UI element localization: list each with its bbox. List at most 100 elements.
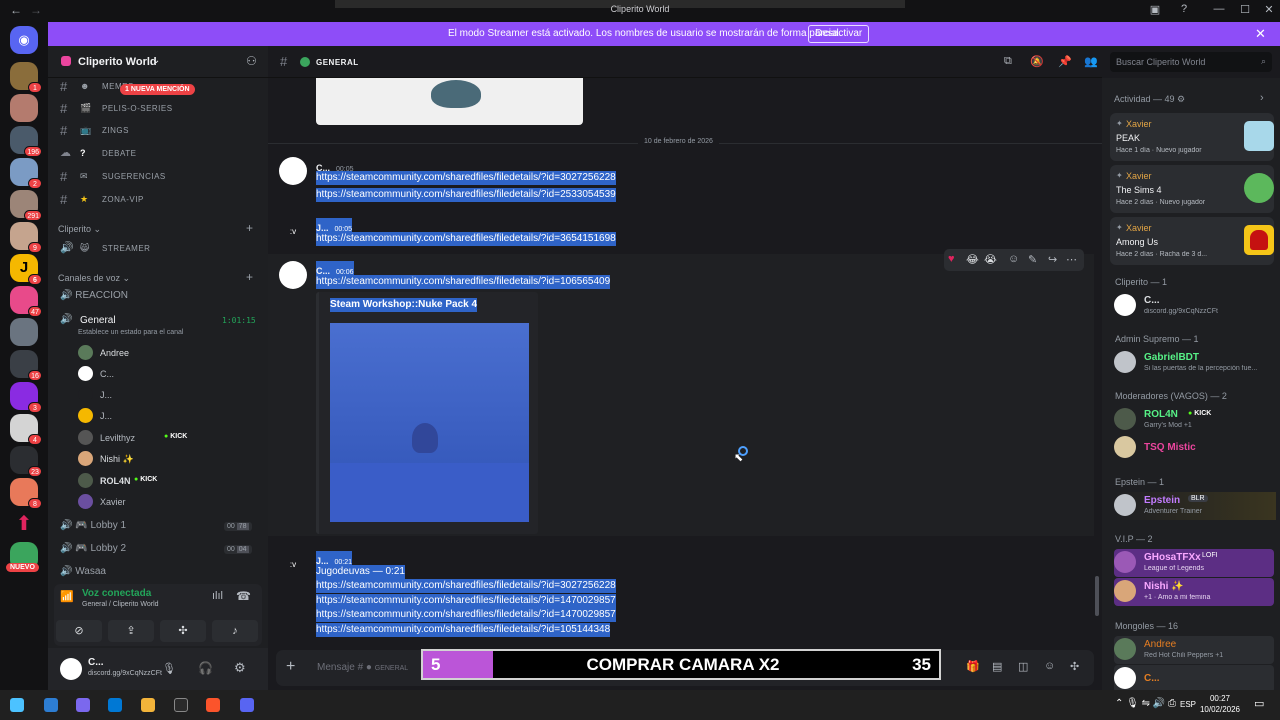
avatar[interactable]: :v [279, 218, 307, 246]
message-link[interactable]: https://steamcommunity.com/sharedfiles/f… [316, 232, 616, 246]
server-icon-10[interactable]: 16 [10, 350, 42, 381]
channel-debate[interactable]: ☁? DEBATE [60, 145, 260, 163]
channel-zona-vip[interactable]: # ★ ZONA-VIP [60, 191, 260, 209]
add-reaction-icon[interactable]: ☺ [1008, 253, 1019, 265]
server-icon-15[interactable]: ⬆ [10, 510, 38, 538]
notification-icon[interactable]: ▭ [1254, 697, 1264, 710]
gift-icon[interactable]: 🎁 [966, 660, 980, 673]
server-icon-11[interactable]: 3 [10, 382, 42, 413]
server-icon-9[interactable] [10, 318, 38, 346]
back-arrow-icon[interactable]: ← [10, 3, 22, 17]
server-icon-6[interactable]: 9 [10, 222, 42, 253]
obs-icon[interactable] [174, 698, 188, 712]
member-item[interactable]: ROL4NKICKGarry's Mod +1 [1114, 406, 1274, 434]
tray-icons[interactable]: ⌃ 🎙 ⇋ 🔊 ⎙ [1115, 698, 1176, 709]
server-header[interactable]: Cliperito World ⌄ ⚇ [48, 46, 268, 78]
message-link[interactable]: https://steamcommunity.com/sharedfiles/f… [316, 608, 616, 622]
activities-button[interactable]: ✣ [160, 620, 206, 642]
store-icon[interactable] [108, 698, 122, 712]
message-link[interactable]: https://steamcommunity.com/sharedfiles/f… [316, 188, 616, 202]
clock-time[interactable]: 00:27 [1200, 694, 1240, 703]
forward-arrow-icon[interactable]: → [30, 3, 42, 17]
message-link[interactable]: https://steamcommunity.com/sharedfiles/f… [316, 171, 616, 185]
channel-status-hint[interactable]: Establece un estado para el canal [78, 329, 183, 336]
voice-channel-reaccion[interactable]: 🔊 REACCION [60, 290, 128, 301]
inbox-icon[interactable]: ▣ [1146, 3, 1164, 19]
disable-streamer-button[interactable]: Desactivar [808, 25, 870, 43]
brave-icon[interactable] [206, 698, 220, 712]
server-icon-prime[interactable]: 4 [10, 414, 42, 445]
member-item[interactable]: GHosaTFXx LOFI League of Legends [1114, 549, 1274, 577]
clock-date[interactable]: 10/02/2026 [1198, 705, 1242, 714]
cry-reaction-icon[interactable]: 😭 [984, 253, 997, 266]
activity-card[interactable]: ✦ Xavier PEAK Hace 1 día · Nuevo jugador [1110, 113, 1274, 161]
message-link[interactable]: https://steamcommunity.com/sharedfiles/f… [316, 623, 611, 637]
voice-user[interactable]: Nishi ✨ [78, 449, 258, 469]
member-item[interactable]: TSQ Mistic [1114, 434, 1274, 462]
discord-taskbar-icon[interactable] [240, 698, 254, 712]
voice-channel-lobby2[interactable]: 🔊 🎮 Lobby 2 00 04 [60, 543, 260, 561]
server-icon-2[interactable] [10, 94, 38, 122]
server-icon-5[interactable]: 291 [10, 190, 42, 221]
add-channel-icon[interactable]: + [246, 221, 253, 235]
avatar[interactable]: :v [279, 551, 307, 579]
voice-user[interactable]: ROL4NKICK [78, 471, 258, 491]
chat-scrollbar[interactable] [1095, 576, 1099, 616]
emoji-icon[interactable]: ☺ [1044, 660, 1055, 672]
voice-location[interactable]: General / Cliperito World [82, 601, 159, 608]
server-icon-14[interactable]: 8 [10, 478, 42, 509]
add-voice-channel-icon[interactable]: + [246, 270, 253, 284]
minimize-icon[interactable]: — [1210, 3, 1228, 19]
channel-sugerencias[interactable]: # ✉ SUGERENCIAS [60, 168, 260, 186]
channel-pelis[interactable]: # 🎬 PELIS-O-SERIES [60, 100, 260, 118]
close-banner-icon[interactable]: ✕ [1255, 26, 1266, 42]
invite-people-icon[interactable]: ⚇ [246, 54, 257, 68]
maximize-icon[interactable]: ☐ [1236, 3, 1254, 19]
voice-user[interactable]: J... [78, 406, 258, 426]
edit-icon[interactable]: ✎ [1028, 253, 1037, 266]
server-icon-13[interactable]: 23 [10, 446, 42, 477]
headphones-icon[interactable]: 🎧 [198, 661, 213, 675]
attached-image[interactable] [316, 78, 583, 125]
channel-streamer[interactable]: 🔊 😸 STREAMER [60, 240, 260, 258]
avatar[interactable] [279, 157, 307, 185]
signal-icon[interactable]: 📶 [60, 590, 74, 603]
chevron-right-icon[interactable]: › [1260, 92, 1264, 104]
upload-plus-icon[interactable]: + [286, 658, 295, 676]
voice-channel-lobby1[interactable]: 🔊 🎮 Lobby 1 00 78 [60, 520, 260, 538]
microphone-icon[interactable]: 🎙 [162, 662, 176, 675]
server-icon-j[interactable]: J6 [10, 254, 42, 285]
mention-pill[interactable]: 1 NUEVA MENCIÓN [120, 84, 195, 95]
member-item[interactable]: Epstein BLR Adventurer Trainer [1114, 492, 1276, 520]
discord-home-icon[interactable]: ◉ [10, 26, 38, 54]
member-item[interactable]: Nishi ✨ +1 · Amo a mi femina [1114, 578, 1274, 606]
activity-card[interactable]: ✦ Xavier Among Us Hace 2 días · Racha de… [1110, 217, 1274, 265]
activity-header[interactable]: Actividad — 49 ⚙ [1114, 94, 1185, 105]
member-item[interactable]: Andree Red Hot Chili Peppers +1 [1114, 636, 1274, 664]
message-link[interactable]: https://steamcommunity.com/sharedfiles/f… [316, 579, 616, 593]
voice-user[interactable]: C... [78, 364, 258, 384]
message-input[interactable]: Mensaje # ● GENERAL [317, 662, 408, 673]
message-link[interactable]: https://steamcommunity.com/sharedfiles/f… [316, 275, 611, 289]
app-icon[interactable] [44, 698, 58, 712]
search-input[interactable]: Buscar Cliperito World ⌕ [1110, 52, 1272, 72]
more-options-icon[interactable]: ⋯ [1066, 253, 1077, 266]
language-indicator[interactable]: ESP [1180, 700, 1196, 709]
activity-card[interactable]: ✦ Xavier The Sims 4 Hace 2 días · Nuevo … [1110, 165, 1274, 213]
server-icon-3[interactable]: 196 [10, 126, 42, 157]
start-icon[interactable] [10, 698, 24, 712]
disconnect-icon[interactable]: ☎ [236, 589, 251, 603]
voice-user[interactable]: Andree [78, 343, 258, 363]
voice-channel-wasaa[interactable]: 🔊 Wasaa [60, 566, 106, 577]
server-icon-8[interactable]: 47 [10, 286, 42, 317]
server-icon-4[interactable]: 2 [10, 158, 42, 189]
category-cliperito[interactable]: Cliperito ⌄ [58, 224, 101, 235]
member-item[interactable]: GabrielBDT Si las puertas de la percepció… [1114, 349, 1274, 377]
message-link[interactable]: https://steamcommunity.com/sharedfiles/f… [316, 594, 616, 608]
soundboard-button[interactable]: ♪ [212, 620, 258, 642]
screen-share-button[interactable]: ⇪ [108, 620, 154, 642]
file-explorer-icon[interactable] [141, 698, 155, 712]
embed-title[interactable]: Steam Workshop::Nuke Pack 4 [330, 298, 478, 312]
channel-zings[interactable]: # 📺 ZINGS [60, 122, 260, 140]
member-item[interactable]: C... [1114, 665, 1274, 693]
